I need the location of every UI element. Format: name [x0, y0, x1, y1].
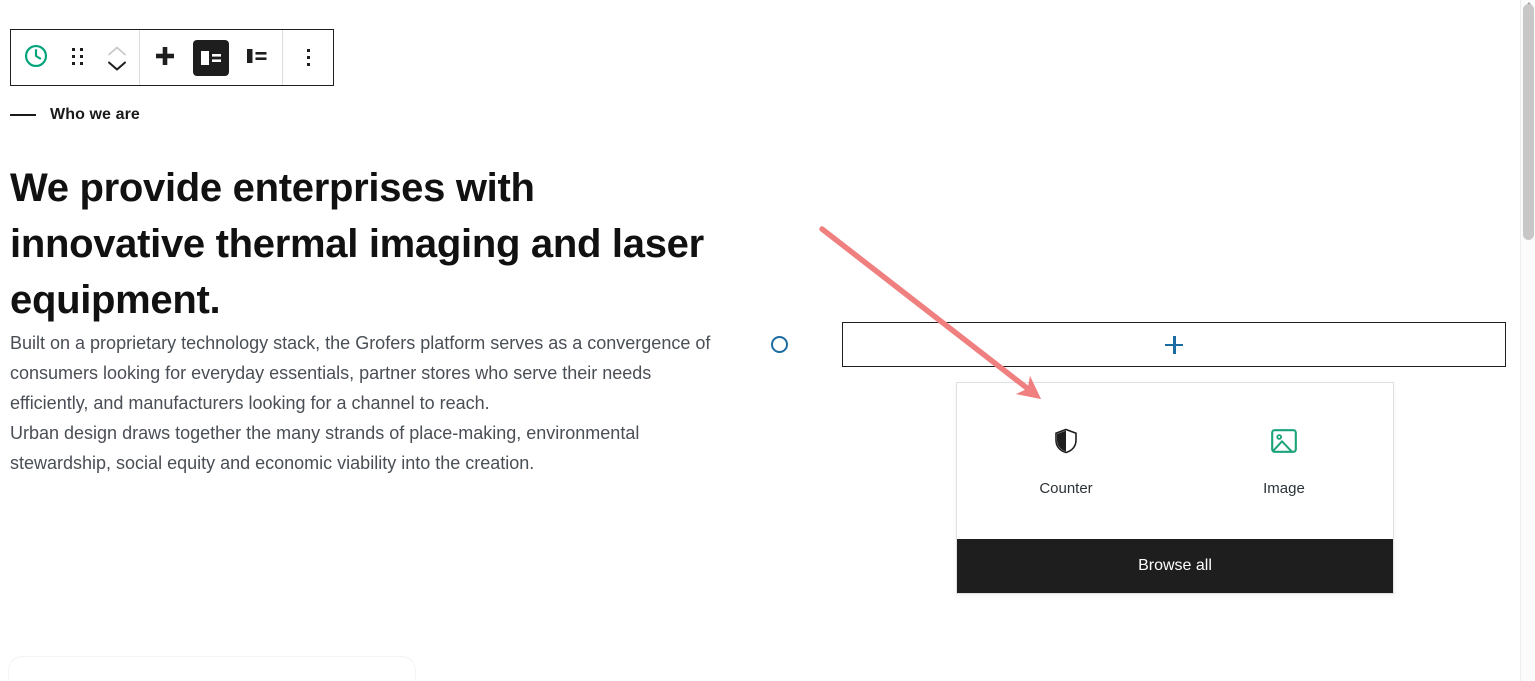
editor-canvas: Who we are We provide enterprises with i… [0, 0, 1535, 681]
bottom-card-preview [8, 656, 416, 681]
image-icon [1270, 427, 1298, 455]
toolbar-group-options [283, 30, 333, 85]
ellipsis-vertical-icon [306, 49, 310, 66]
quick-inserter-item-label: Counter [1039, 480, 1093, 497]
quick-inserter-popover: Counter Image Browse all [956, 382, 1394, 594]
plus-icon [154, 45, 176, 70]
vertical-scrollbar[interactable] [1520, 0, 1535, 681]
content-column: Who we are We provide enterprises with i… [10, 100, 725, 478]
add-block-button[interactable] [142, 30, 188, 85]
media-text-left-icon [193, 39, 229, 76]
plus-icon [1165, 335, 1183, 354]
scrollbar-thumb[interactable] [1523, 4, 1534, 240]
shield-icon [1052, 427, 1080, 455]
dash-divider-icon [10, 114, 36, 116]
quick-inserter-item-image[interactable]: Image [1175, 423, 1393, 501]
eyebrow-heading[interactable]: Who we are [10, 100, 725, 130]
toolbar-group-layout [140, 30, 283, 85]
clock-icon [23, 43, 49, 72]
body-paragraph-1[interactable]: Built on a proprietary technology stack,… [10, 328, 722, 418]
media-text-right-icon [245, 46, 269, 69]
body-paragraph-2[interactable]: Urban design draws together the many str… [10, 418, 722, 478]
block-mover [97, 30, 137, 85]
drag-dots-icon [71, 48, 85, 67]
insertion-point-indicator[interactable] [771, 336, 788, 353]
block-appender-button[interactable] [842, 322, 1506, 367]
align-media-right-button[interactable] [234, 30, 280, 85]
quick-inserter-item-counter[interactable]: Counter [957, 423, 1175, 501]
options-button[interactable] [285, 30, 331, 85]
block-type-button[interactable] [13, 30, 59, 85]
move-down-button[interactable] [106, 58, 128, 72]
quick-inserter-item-label: Image [1263, 480, 1305, 497]
eyebrow-label: Who we are [50, 106, 140, 123]
page-title[interactable]: We provide enterprises with innovative t… [10, 160, 710, 328]
browse-all-button[interactable]: Browse all [957, 539, 1393, 593]
drag-handle-button[interactable] [59, 30, 97, 85]
align-media-left-button[interactable] [188, 30, 234, 85]
block-toolbar [10, 29, 334, 86]
quick-inserter-grid: Counter Image [957, 383, 1393, 539]
toolbar-group-block [11, 30, 140, 85]
move-up-button[interactable] [106, 44, 128, 58]
